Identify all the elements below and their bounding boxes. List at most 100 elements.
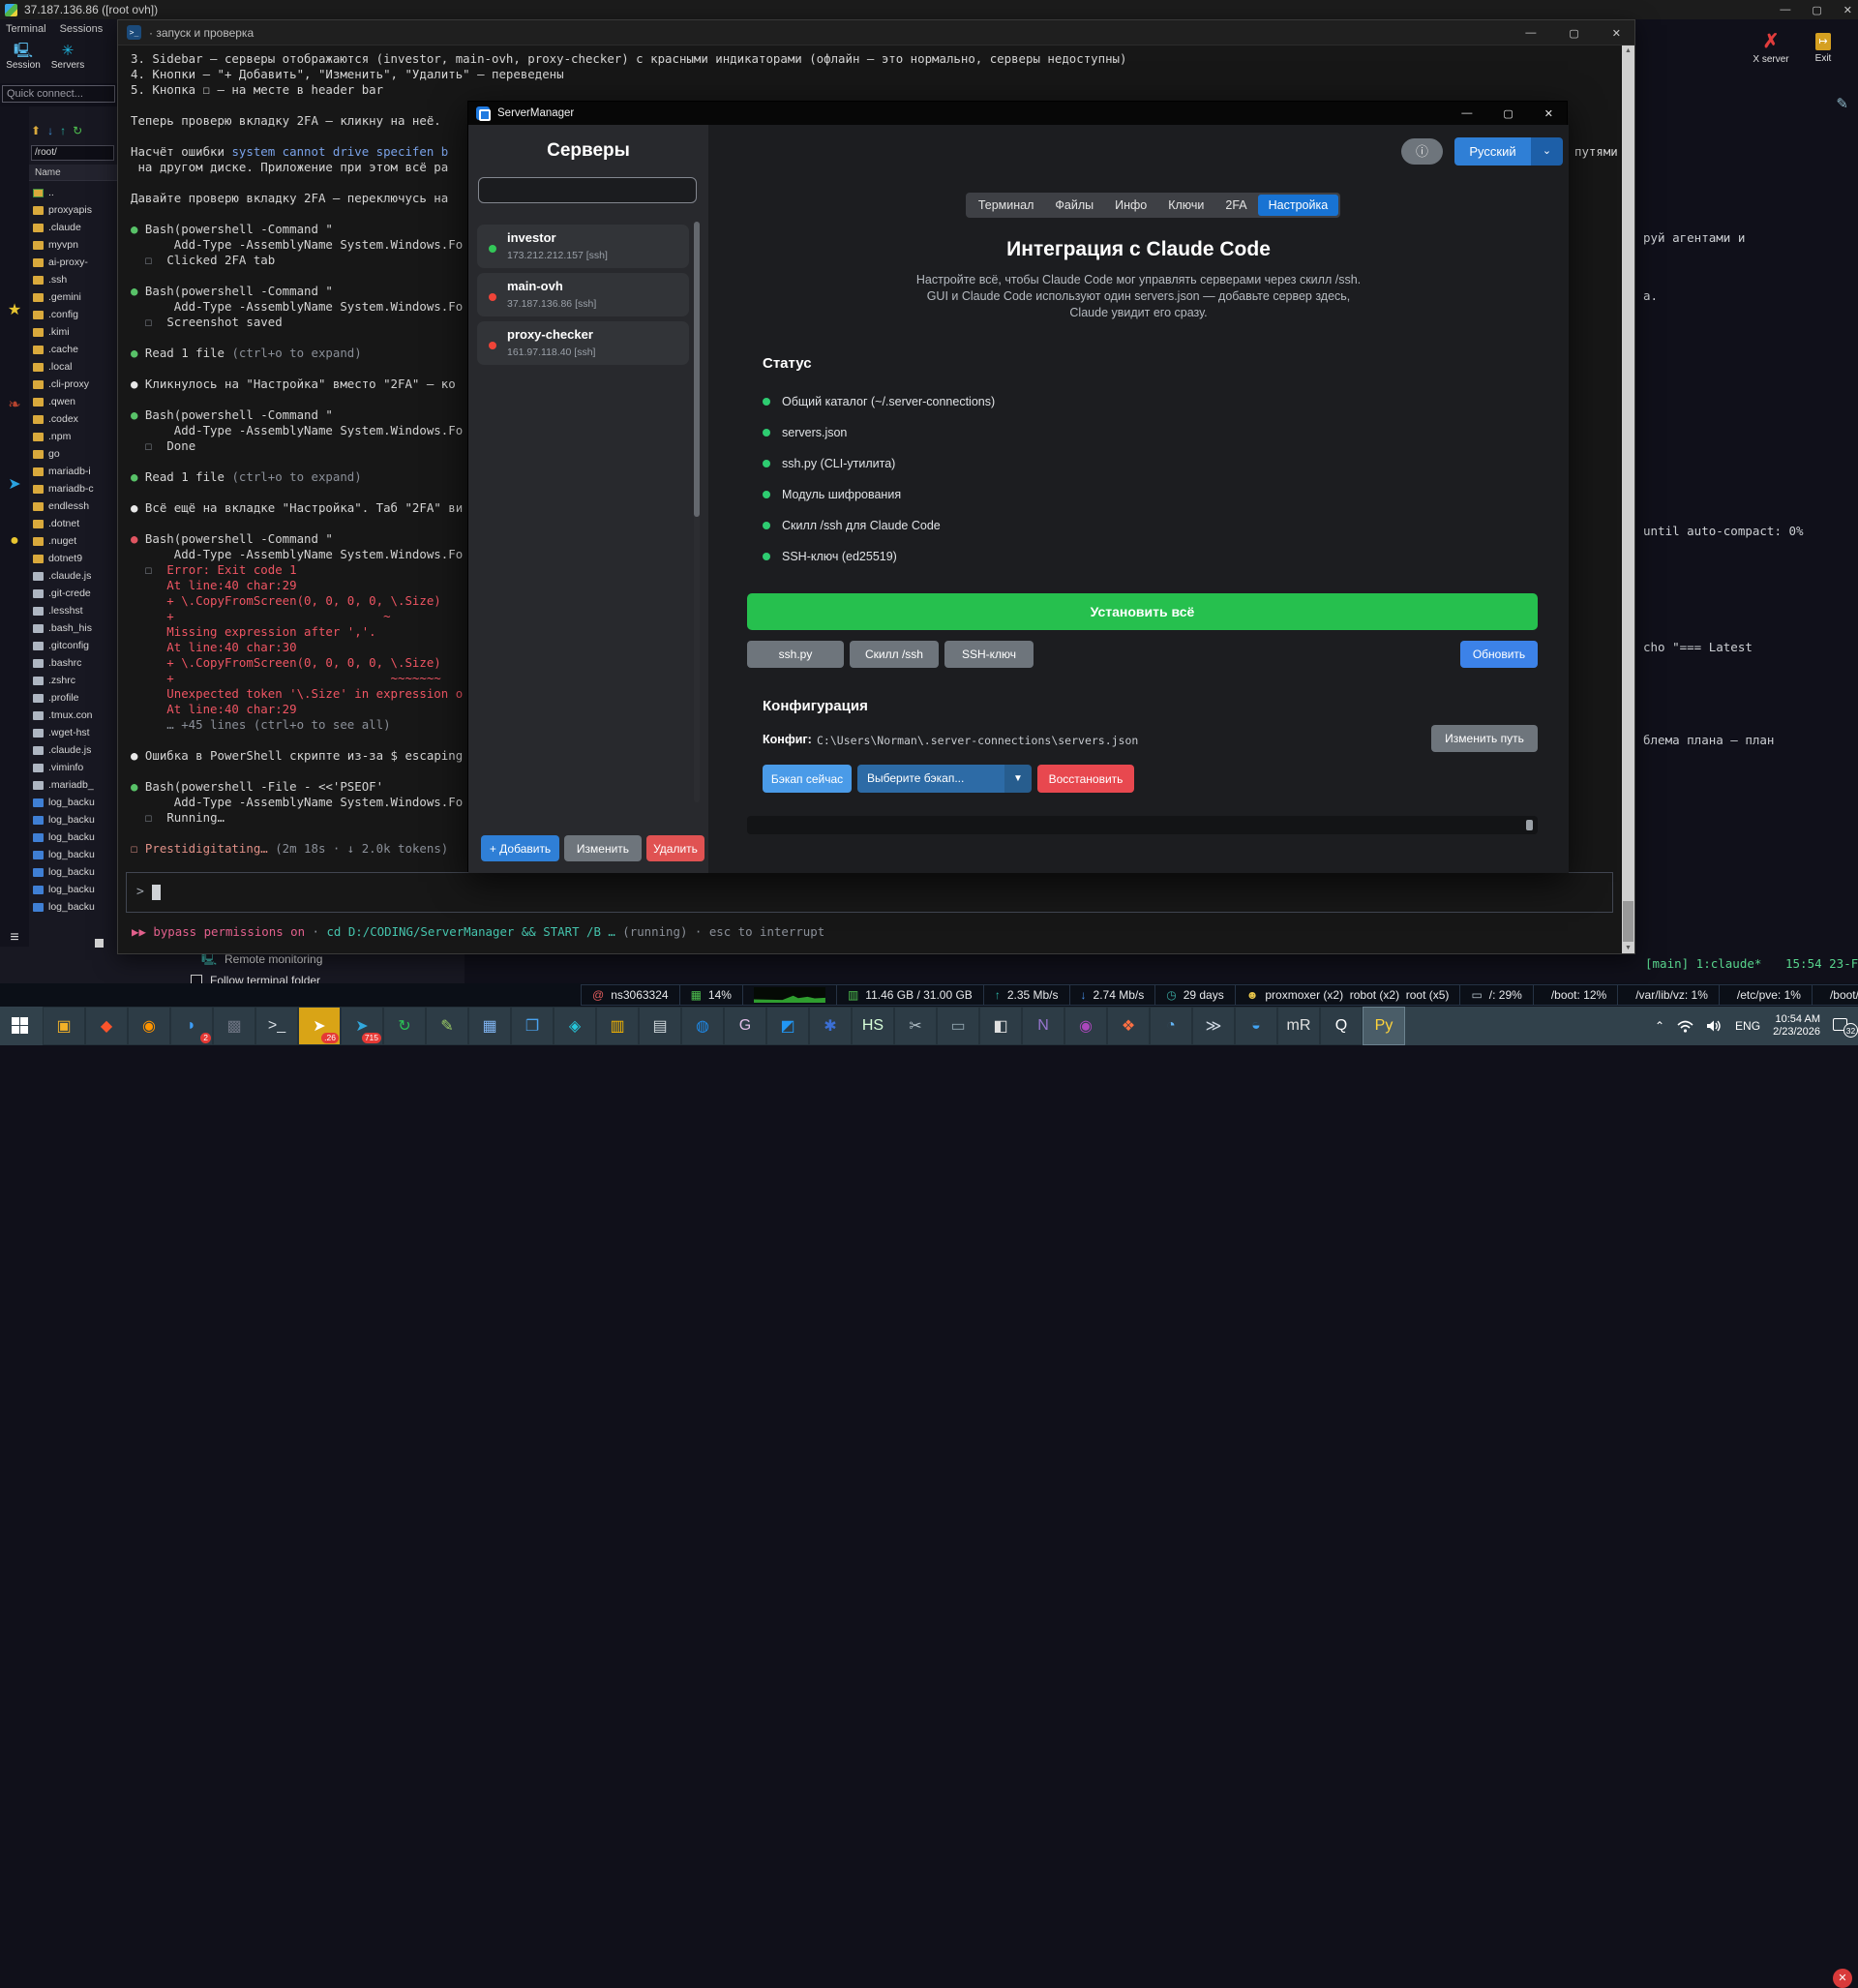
tab[interactable]: Файлы <box>1044 195 1104 216</box>
server-list-item[interactable]: proxy-checker 161.97.118.40 [ssh] <box>477 321 689 365</box>
scrollbar-handle[interactable] <box>1526 820 1533 830</box>
edit-pencil-icon[interactable]: ✎ <box>1836 95 1848 112</box>
taskbar-app-icon[interactable]: ◈ <box>554 1007 596 1045</box>
delete-server-button[interactable]: Удалить <box>646 835 704 861</box>
maximize-icon[interactable]: ▢ <box>1569 27 1578 40</box>
macros-icon[interactable]: ❧ <box>0 395 29 414</box>
terminal-scrollbar[interactable]: ▲ ▼ <box>1622 45 1634 953</box>
notification-center-icon[interactable]: 32 <box>1833 1017 1852 1035</box>
info-button[interactable]: ⓘ <box>1401 138 1443 165</box>
exit-button[interactable]: ↦ Exit <box>1798 29 1848 64</box>
menu-item[interactable]: Terminal <box>6 23 46 35</box>
refresh-icon[interactable]: ↻ <box>73 124 82 137</box>
download-icon[interactable]: ↓ <box>47 124 53 137</box>
tab[interactable]: 2FA <box>1214 195 1257 216</box>
taskbar-app-icon[interactable]: ▦ <box>468 1007 511 1045</box>
taskbar-app-icon[interactable]: ◩ <box>766 1007 809 1045</box>
taskbar-app-icon[interactable]: N <box>1022 1007 1064 1045</box>
tools-paperplane-icon[interactable]: ➤ <box>0 474 29 494</box>
taskbar-app-icon[interactable]: ≫ <box>1192 1007 1235 1045</box>
x-server-button[interactable]: ✗ X server <box>1746 29 1796 65</box>
tab[interactable]: Терминал <box>968 195 1045 216</box>
server-list-item[interactable]: investor 173.212.212.157 [ssh] <box>477 225 689 268</box>
edit-server-button[interactable]: Изменить <box>564 835 642 861</box>
server-list-item[interactable]: main-ovh 37.187.136.86 [ssh] <box>477 273 689 316</box>
taskbar-app-icon[interactable]: ▩ <box>213 1007 255 1045</box>
taskbar-app-icon[interactable]: ❐ <box>511 1007 554 1045</box>
taskbar-app-icon[interactable]: ◧ <box>979 1007 1022 1045</box>
taskbar-app-icon[interactable]: ✱ <box>809 1007 852 1045</box>
ssh-key-button[interactable]: SSH-ключ <box>944 641 1034 668</box>
maximize-icon[interactable]: ▢ <box>1503 107 1513 120</box>
taskbar-app-icon[interactable]: ➤ 715 <box>341 1007 383 1045</box>
favorites-star-icon[interactable]: ★ <box>0 300 29 319</box>
horizontal-scrollbar[interactable] <box>747 816 1538 834</box>
taskbar-app-icon[interactable]: Py <box>1363 1007 1405 1045</box>
taskbar-app-icon[interactable]: G <box>724 1007 766 1045</box>
taskbar-app-icon[interactable]: ➤ .26 <box>298 1007 341 1045</box>
taskbar-app-icon[interactable]: mR <box>1277 1007 1320 1045</box>
taskbar-app-icon[interactable]: ▭ <box>937 1007 979 1045</box>
sftp-path-input[interactable]: /root/ <box>31 145 114 161</box>
taskbar-app-icon[interactable]: Q <box>1320 1007 1363 1045</box>
keyboard-language[interactable]: ENG <box>1735 1019 1760 1033</box>
tray-chevron-icon[interactable]: ⌃ <box>1655 1019 1664 1033</box>
taskbar-app-icon[interactable]: ◗ 2 <box>170 1007 213 1045</box>
taskbar-app-icon[interactable]: ▣ <box>43 1007 85 1045</box>
wifi-icon[interactable] <box>1677 1020 1693 1033</box>
server-list-scrollbar[interactable] <box>694 222 700 802</box>
taskbar-app-icon[interactable]: ◉ <box>1064 1007 1107 1045</box>
taskbar-app-icon[interactable]: ↻ <box>383 1007 426 1045</box>
minimize-icon[interactable]: — <box>1525 27 1536 39</box>
quick-connect-input[interactable]: Quick connect... <box>2 85 115 103</box>
taskbar-app-icon[interactable]: HS <box>852 1007 894 1045</box>
taskbar-app-icon[interactable]: ◉ <box>128 1007 170 1045</box>
tab[interactable]: Ключи <box>1157 195 1214 216</box>
session-button[interactable]: 🖳 Session <box>2 43 45 71</box>
taskbar-app-icon[interactable]: ◔ <box>1150 1007 1192 1045</box>
start-button[interactable] <box>12 1017 28 1034</box>
tray-clock[interactable]: 10:54 AM 2/23/2026 <box>1773 1013 1820 1039</box>
backup-now-button[interactable]: Бэкап сейчас <box>763 765 852 793</box>
scrollbar-thumb[interactable] <box>1623 901 1633 942</box>
scrollbar-thumb[interactable] <box>694 222 700 517</box>
tab[interactable]: Настройка <box>1258 195 1339 216</box>
volume-icon[interactable] <box>1706 1019 1723 1033</box>
taskbar-app-icon[interactable]: ◆ <box>85 1007 128 1045</box>
upload-icon[interactable]: ↑ <box>60 124 66 137</box>
menu-item[interactable]: Sessions <box>60 23 104 35</box>
servers-button[interactable]: ✳ Servers <box>46 43 89 71</box>
restore-button[interactable]: Восстановить <box>1037 765 1134 793</box>
taskbar-app-icon[interactable]: ✎ <box>426 1007 468 1045</box>
scroll-up-icon[interactable]: ▲ <box>1622 47 1634 54</box>
taskbar-app-icon[interactable]: ◒ <box>1235 1007 1277 1045</box>
scroll-down-icon[interactable]: ▼ <box>1622 945 1634 951</box>
minimize-icon[interactable]: — <box>1780 4 1790 15</box>
language-dropdown[interactable]: Русский ⌄ <box>1454 137 1563 166</box>
change-path-button[interactable]: Изменить путь <box>1431 725 1538 752</box>
tab[interactable]: Инфо <box>1104 195 1157 216</box>
menu-hamburger-icon[interactable]: ≡ <box>0 929 29 947</box>
backup-select-dropdown[interactable]: Выберите бэкап... ▼ <box>857 765 1032 793</box>
taskbar-app-icon[interactable]: ▤ <box>639 1007 681 1045</box>
taskbar-app-icon[interactable]: ❖ <box>1107 1007 1150 1045</box>
refresh-button[interactable]: Обновить <box>1460 641 1538 668</box>
folder-up-icon[interactable]: ⬆ <box>31 124 41 137</box>
minimize-icon[interactable]: — <box>1461 107 1472 119</box>
close-icon[interactable]: ✕ <box>1843 4 1852 16</box>
server-search-input[interactable] <box>478 177 697 203</box>
close-icon[interactable]: ✕ <box>1544 107 1553 120</box>
taskbar-app-icon[interactable]: ▥ <box>596 1007 639 1045</box>
maximize-icon[interactable]: ▢ <box>1812 4 1821 16</box>
add-server-button[interactable]: + Добавить <box>481 835 559 861</box>
taskbar-app-icon[interactable]: ✂ <box>894 1007 937 1045</box>
terminal-input-box[interactable]: > <box>126 872 1613 913</box>
skill-ssh-button[interactable]: Скилл /ssh <box>850 641 939 668</box>
install-all-button[interactable]: Установить всё <box>747 593 1538 630</box>
games-ball-icon[interactable]: ● <box>0 532 29 550</box>
monitoring-close-button[interactable]: ✕ <box>1833 1969 1852 1988</box>
taskbar-app-icon[interactable]: >_ <box>255 1007 298 1045</box>
ssh-py-button[interactable]: ssh.py <box>747 641 844 668</box>
close-icon[interactable]: ✕ <box>1612 27 1621 40</box>
taskbar-app-icon[interactable]: ◍ <box>681 1007 724 1045</box>
